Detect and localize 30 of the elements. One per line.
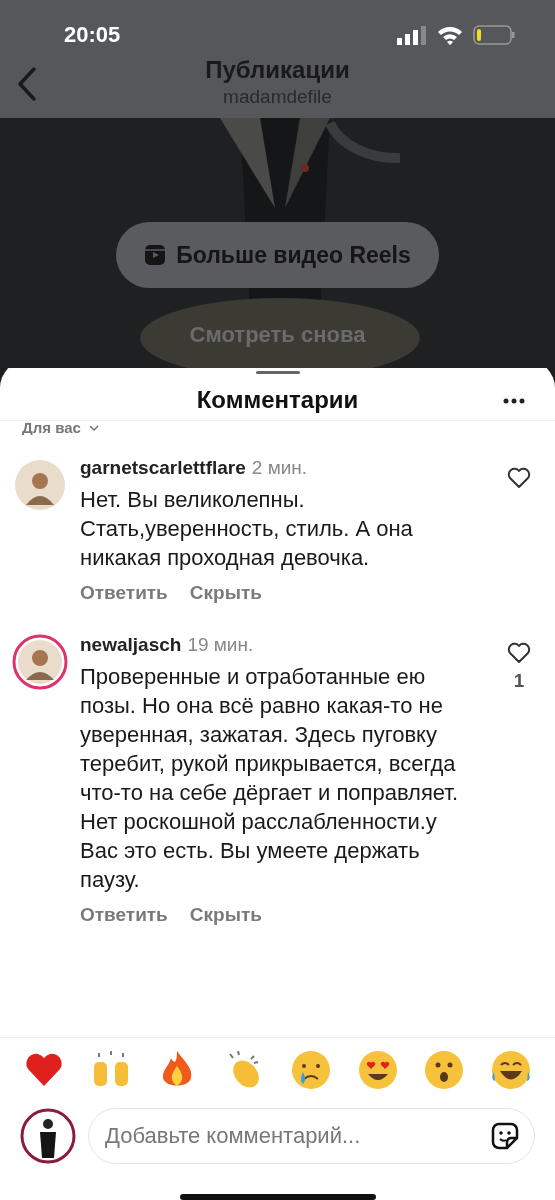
username[interactable]: garnetscarlettflare bbox=[80, 457, 246, 479]
username[interactable]: newaljasch bbox=[80, 634, 182, 656]
more-reels-button[interactable]: Больше видео Reels bbox=[116, 222, 439, 288]
comment-text: Проверенные и отработанные ею позы. Но она всё равно какая-то не уверенная, зажатая. Здесь пуговку теребит, рукой прикрывается, всегда что-то на себе дёргает и поправляет. Нет роскошной расслабленности.у Вас это есть. Вы умеете держать паузу. bbox=[80, 663, 460, 894]
comment-text: Нет. Вы великолепны. Стать,уверенность, стиль. А она никакая проходная девочка. bbox=[80, 486, 414, 572]
status-time: 20:05 bbox=[64, 22, 121, 48]
reply-button[interactable]: Ответить bbox=[80, 904, 168, 926]
user-avatar[interactable] bbox=[12, 457, 68, 513]
back-icon[interactable] bbox=[16, 66, 38, 102]
reply-button[interactable]: Ответить bbox=[80, 582, 168, 604]
user-avatar[interactable] bbox=[12, 634, 68, 690]
hide-button[interactable]: Скрыть bbox=[189, 582, 262, 604]
comment-time: 2 мин. bbox=[251, 457, 308, 479]
like-count: 1 bbox=[513, 670, 525, 692]
page-title: Публикации bbox=[205, 56, 350, 84]
wifi-icon bbox=[437, 25, 463, 45]
comment-time: 19 мин. bbox=[187, 634, 254, 656]
sheet-title: Комментарии bbox=[196, 386, 359, 414]
comment-field[interactable]: Добавьте комментарий... bbox=[88, 1108, 535, 1164]
hide-button[interactable]: Скрыть bbox=[189, 904, 262, 926]
battery-icon bbox=[473, 25, 515, 45]
chevron-down-icon[interactable] bbox=[88, 425, 99, 431]
sticker-icon[interactable] bbox=[489, 1120, 521, 1152]
drag-handle[interactable] bbox=[255, 371, 300, 374]
heart-icon[interactable] bbox=[507, 642, 531, 664]
heart-icon[interactable] bbox=[507, 467, 531, 489]
signal-icon bbox=[397, 25, 427, 45]
more-icon[interactable] bbox=[503, 398, 525, 404]
profile-avatar[interactable] bbox=[20, 1108, 76, 1164]
reels-icon bbox=[144, 244, 167, 266]
